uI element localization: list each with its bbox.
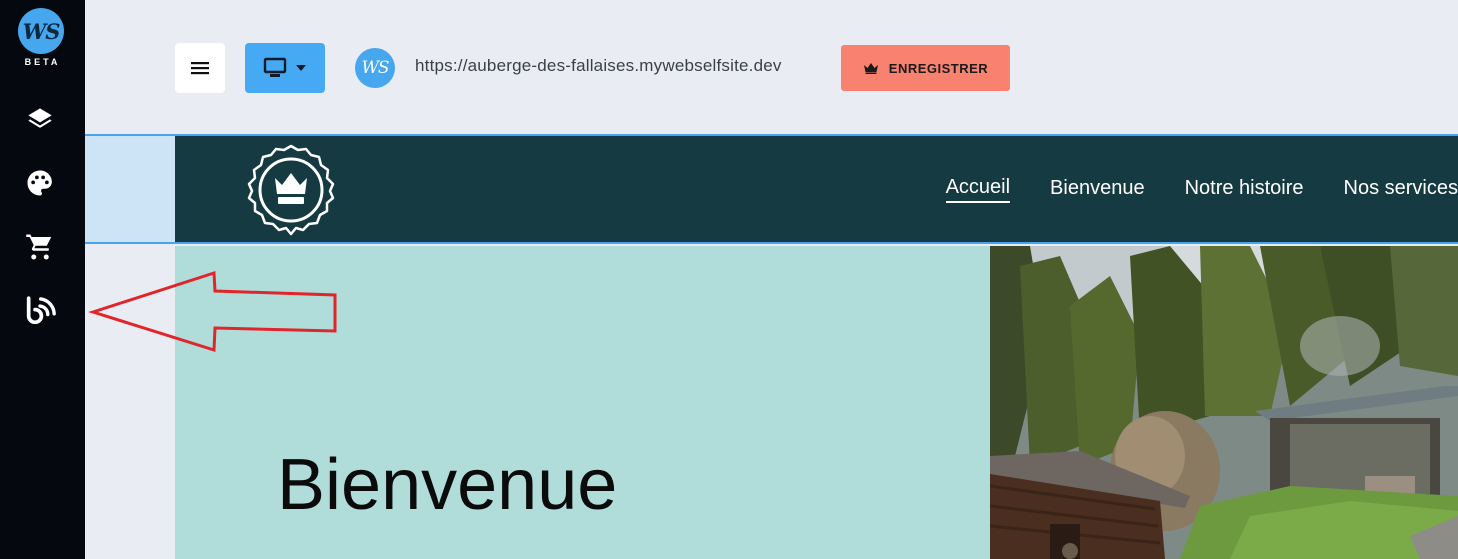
blog-icon: [26, 296, 56, 325]
chevron-down-icon: [296, 65, 306, 71]
site-header[interactable]: Accueil Bienvenue Notre histoire Nos ser…: [175, 136, 1458, 242]
sidebar-item-design[interactable]: [22, 165, 58, 201]
nav-item-notre-histoire[interactable]: Notre histoire: [1185, 177, 1304, 202]
nav-item-accueil[interactable]: Accueil: [945, 176, 1011, 203]
sidebar-item-blog[interactable]: [22, 293, 58, 329]
hero-title[interactable]: Bienvenue: [277, 444, 617, 526]
palette-icon: [27, 170, 52, 196]
editor-sidebar: WS BETA: [0, 0, 85, 559]
sidebar-item-shop[interactable]: [22, 229, 58, 265]
logo-text: WS: [22, 18, 61, 44]
device-preview-dropdown[interactable]: [245, 43, 325, 93]
site-avatar: WS: [355, 48, 395, 88]
hamburger-icon: [191, 62, 209, 75]
editor-logo[interactable]: WS BETA: [17, 8, 65, 67]
cart-icon: [26, 234, 52, 260]
layers-icon: [28, 108, 52, 128]
beta-badge: BETA: [24, 57, 61, 67]
menu-button[interactable]: [175, 43, 225, 93]
site-avatar-text: WS: [361, 58, 389, 78]
sidebar-item-layers[interactable]: [22, 102, 58, 138]
forest-cabins-image: [990, 246, 1458, 559]
logo-icon: WS: [18, 8, 64, 54]
nav-item-nos-services[interactable]: Nos services: [1344, 177, 1458, 202]
annotation-arrow: [88, 270, 337, 353]
nav-item-bienvenue[interactable]: Bienvenue: [1050, 177, 1145, 202]
site-url[interactable]: https://auberge-des-fallaises.mywebselfs…: [415, 56, 782, 76]
save-button[interactable]: ENREGISTRER: [841, 45, 1010, 91]
site-logo-crown-seal[interactable]: [245, 144, 337, 236]
site-nav: Accueil Bienvenue Notre histoire Nos ser…: [906, 136, 1458, 242]
save-button-label: ENREGISTRER: [888, 60, 989, 76]
hero-photo[interactable]: [990, 246, 1458, 559]
desktop-icon: [263, 57, 287, 77]
crown-icon: [863, 63, 878, 74]
